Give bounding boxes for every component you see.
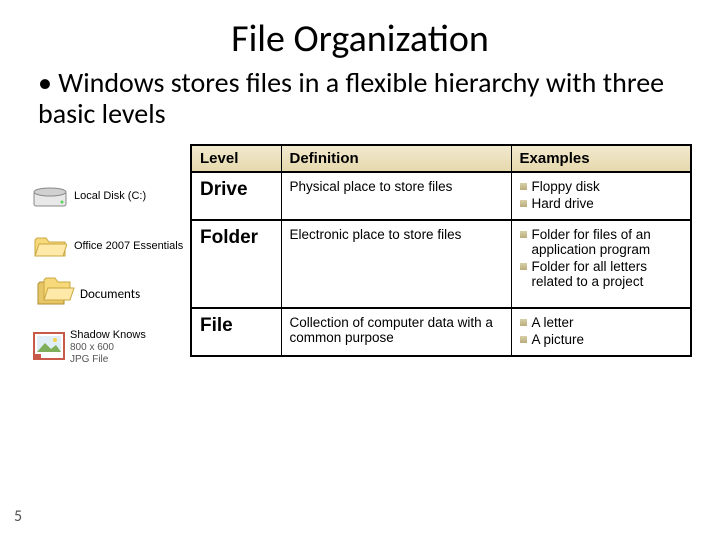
cell-definition: Electronic place to store files (281, 220, 511, 308)
example-text: A picture (532, 332, 585, 347)
slide: File Organization Windows stores files i… (0, 0, 720, 540)
drive-item: Local Disk (C:) (30, 178, 190, 214)
file-dims: 800 x 600 (70, 342, 146, 354)
file-type: JPG File (70, 354, 146, 366)
cell-examples: A letter A picture (511, 308, 691, 356)
levels-table: Level Definition Examples Drive Physical… (190, 144, 692, 357)
cell-definition: Collection of computer data with a commo… (281, 308, 511, 356)
icons-column: Local Disk (C:) Office 2007 Essentials (30, 144, 190, 366)
example-text: Floppy disk (532, 179, 600, 194)
cell-examples: Folder for files of an application progr… (511, 220, 691, 308)
cell-examples: Floppy disk Hard drive (511, 172, 691, 220)
header-definition: Definition (281, 145, 511, 172)
drive-label: Local Disk (C:) (74, 190, 146, 202)
table-row: File Collection of computer data with a … (191, 308, 691, 356)
hard-drive-icon (30, 178, 70, 214)
page-number: 5 (14, 507, 22, 526)
cell-level: File (191, 308, 281, 356)
picture-file-icon (30, 329, 70, 365)
example-text: Folder for files of an application progr… (532, 227, 683, 257)
documents-label: Documents (80, 287, 140, 302)
folder1-label: Office 2007 Essentials (74, 240, 183, 252)
documents-item: Documents (34, 274, 190, 315)
folder-icon (30, 228, 70, 264)
header-examples: Examples (511, 145, 691, 172)
folder-stack-icon (34, 274, 76, 315)
cell-level: Drive (191, 172, 281, 220)
example-text: A letter (532, 315, 574, 330)
file-title: Shadow Knows (70, 329, 146, 342)
table-row: Folder Electronic place to store files F… (191, 220, 691, 308)
cell-level: Folder (191, 220, 281, 308)
slide-title: File Organization (30, 16, 690, 62)
example-text: Hard drive (532, 196, 594, 211)
content-row: Local Disk (C:) Office 2007 Essentials (30, 144, 690, 366)
cell-definition: Physical place to store files (281, 172, 511, 220)
file-item: Shadow Knows 800 x 600 JPG File (30, 329, 190, 366)
table-row: Drive Physical place to store files Flop… (191, 172, 691, 220)
header-level: Level (191, 145, 281, 172)
folder1-item: Office 2007 Essentials (30, 228, 190, 264)
table-wrap: Level Definition Examples Drive Physical… (190, 144, 692, 366)
table-header-row: Level Definition Examples (191, 145, 691, 172)
example-text: Folder for all letters related to a proj… (532, 259, 683, 289)
main-bullet: Windows stores files in a flexible hiera… (38, 68, 690, 130)
file-meta: Shadow Knows 800 x 600 JPG File (70, 329, 146, 366)
